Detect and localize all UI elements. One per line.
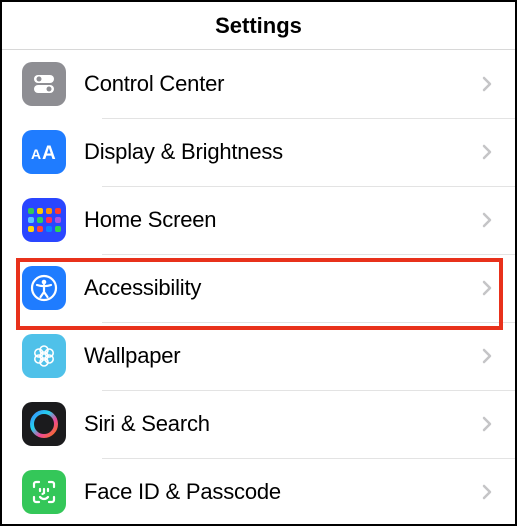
chevron-right-icon: [473, 416, 501, 432]
row-wallpaper[interactable]: Wallpaper: [22, 322, 515, 390]
settings-screen: Settings Control Center A: [0, 0, 517, 526]
chevron-right-icon: [473, 212, 501, 228]
chevron-right-icon: [473, 144, 501, 160]
chevron-right-icon: [473, 348, 501, 364]
row-display-brightness[interactable]: A A Display & Brightness: [22, 118, 515, 186]
row-label: Control Center: [84, 71, 473, 97]
control-center-icon: [22, 62, 66, 106]
svg-text:A: A: [31, 146, 41, 162]
row-home-screen[interactable]: Home Screen: [22, 186, 515, 254]
row-siri-search[interactable]: Siri & Search: [22, 390, 515, 458]
row-label: Wallpaper: [84, 343, 473, 369]
chevron-right-icon: [473, 76, 501, 92]
accessibility-icon: [22, 266, 66, 310]
header: Settings: [2, 2, 515, 50]
row-face-id-passcode[interactable]: Face ID & Passcode: [22, 458, 515, 526]
display-brightness-icon: A A: [22, 130, 66, 174]
home-screen-icon: [22, 198, 66, 242]
row-label: Display & Brightness: [84, 139, 473, 165]
siri-icon: [22, 402, 66, 446]
page-title: Settings: [215, 13, 302, 39]
chevron-right-icon: [473, 484, 501, 500]
row-label: Siri & Search: [84, 411, 473, 437]
wallpaper-icon: [22, 334, 66, 378]
row-label: Accessibility: [84, 275, 473, 301]
row-label: Face ID & Passcode: [84, 479, 473, 505]
row-control-center[interactable]: Control Center: [22, 50, 515, 118]
chevron-right-icon: [473, 280, 501, 296]
row-label: Home Screen: [84, 207, 473, 233]
settings-list: Control Center A A Display & Brightness: [2, 50, 515, 526]
face-id-icon: [22, 470, 66, 514]
row-accessibility[interactable]: Accessibility: [22, 254, 515, 322]
svg-text:A: A: [42, 143, 56, 164]
